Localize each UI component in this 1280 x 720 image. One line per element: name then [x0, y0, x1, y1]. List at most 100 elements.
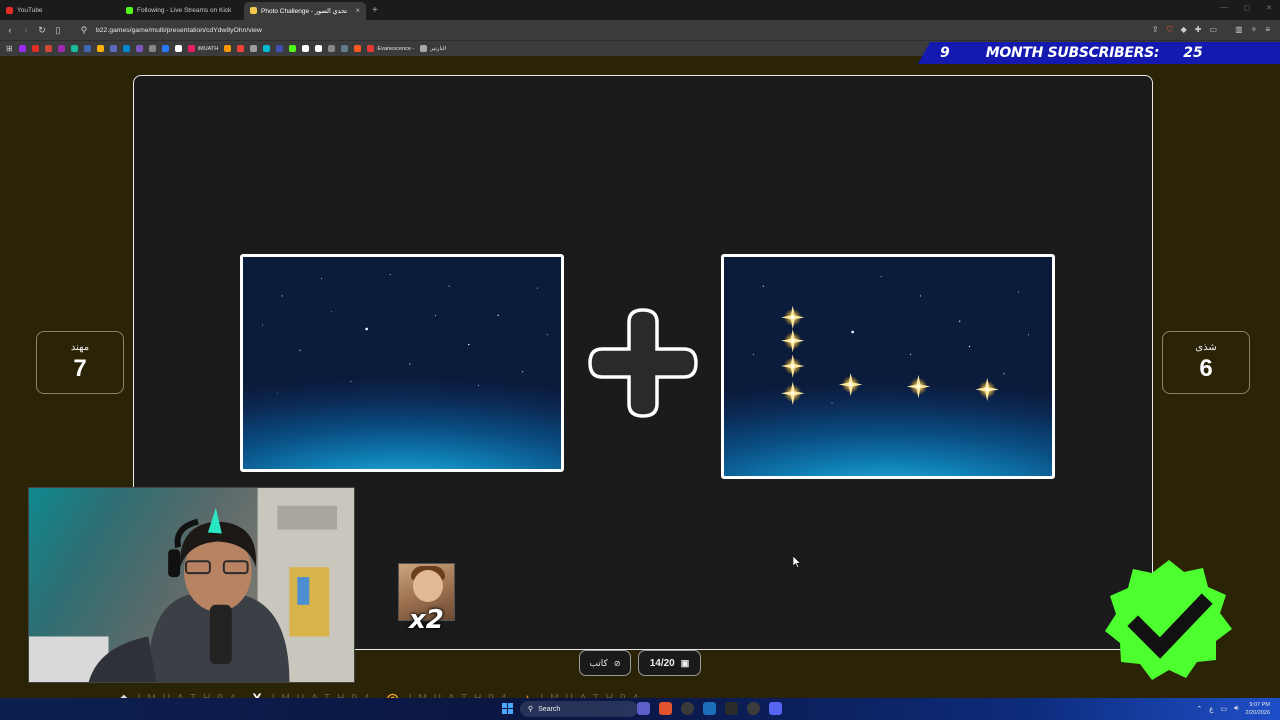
bookmark-item[interactable]	[341, 45, 349, 52]
bookmark-item[interactable]	[174, 45, 182, 52]
volume-icon[interactable]: 🔊︎	[1234, 705, 1238, 713]
close-window-icon[interactable]: ✕	[1266, 4, 1272, 12]
clue-image-left	[240, 254, 564, 472]
share-icon[interactable]: ⇪	[1152, 25, 1159, 35]
leo-icon[interactable]: ✧	[1251, 25, 1258, 35]
bookmark-item[interactable]	[161, 45, 169, 52]
clue-image-right	[721, 254, 1055, 479]
bookmark-favicon-icon	[187, 45, 195, 52]
bookmark-item[interactable]	[328, 45, 336, 52]
discord-icon[interactable]	[769, 702, 782, 715]
bookmark-favicon-icon	[161, 45, 169, 52]
bookmark-favicon-icon	[315, 45, 323, 52]
plus-icon	[588, 308, 698, 418]
tab-photo-challenge[interactable]: Photo Challenge - تحدي الصور ×	[244, 1, 366, 20]
bookmark-item[interactable]	[18, 45, 26, 52]
bookmark-favicon-icon	[354, 45, 362, 52]
bookmark-item[interactable]	[354, 45, 362, 52]
bookmark-item[interactable]	[289, 45, 297, 52]
language-icon[interactable]: ع	[1209, 705, 1213, 713]
tab-title: Following - Live Streams on Kick	[137, 7, 232, 14]
close-icon[interactable]: ×	[355, 6, 360, 15]
bookmark-label: البارتير	[430, 45, 447, 52]
kick-icon	[126, 7, 133, 14]
subscriber-banner: 9 MONTH SUBSCRIBERS: 25	[918, 42, 1280, 64]
address-bar: ‹ › ↻ ▯ ⚲ b22.games/game/multi/presentat…	[0, 20, 1280, 40]
webcam-feed	[28, 487, 355, 683]
bookmark-item[interactable]	[109, 45, 117, 52]
rewards-icon[interactable]: ◆	[1181, 25, 1187, 35]
windows-start-icon[interactable]	[502, 703, 513, 714]
bookmark-item[interactable]	[237, 45, 245, 52]
author-button[interactable]: كاتب ⊘	[579, 650, 631, 676]
search-placeholder: Search	[538, 705, 561, 713]
tab-title: Photo Challenge - تحدي الصور	[261, 7, 348, 15]
bookmark-item[interactable]	[148, 45, 156, 52]
new-tab-button[interactable]: +	[372, 5, 378, 16]
wallet-icon[interactable]: ▭	[1210, 25, 1218, 35]
minimize-icon[interactable]: —	[1221, 4, 1228, 12]
brave-icon[interactable]	[659, 702, 672, 715]
chevron-up-icon[interactable]: ⌃	[1196, 705, 1202, 713]
extensions-icon[interactable]: ✚	[1195, 25, 1202, 35]
bookmark-item[interactable]	[31, 45, 39, 52]
bookmark-favicon-icon	[289, 45, 297, 52]
bookmark-item[interactable]	[96, 45, 104, 52]
network-icon[interactable]: ▭	[1220, 705, 1227, 713]
steam-icon[interactable]	[703, 702, 716, 715]
toolbar-actions: ⇪ ⛉ ◆ ✚ ▭ ▥ ✧ ≡	[1152, 25, 1270, 35]
forward-icon[interactable]: ›	[22, 25, 30, 35]
bookmark-item[interactable]	[44, 45, 52, 52]
bookmark-item[interactable]	[135, 45, 143, 52]
bookmark-item[interactable]	[122, 45, 130, 52]
url-field[interactable]: b22.games/game/multi/presentation/cdYdw8…	[96, 27, 262, 34]
bookmark-item[interactable]: iMUATH	[187, 45, 218, 52]
sidebar-icon[interactable]: ▥	[1235, 25, 1243, 35]
bookmark-item[interactable]	[83, 45, 91, 52]
bookmark-favicon-icon	[341, 45, 349, 52]
bookmark-item[interactable]: البارتير	[420, 45, 446, 52]
bookmark-item[interactable]: Evanescence -	[367, 45, 414, 52]
search-icon: ⚲	[528, 706, 534, 713]
bookmark-favicon-icon	[224, 45, 232, 52]
mouse-cursor-icon	[793, 556, 801, 568]
windows-taskbar: ⚲ Search ⌃ ع ▭ 🔊︎ 9:07 PM 2/20/2026	[0, 698, 1280, 720]
chat-app-icon[interactable]	[637, 702, 650, 715]
player-score-card-right: شذى 6	[1162, 331, 1250, 394]
clock-time: 9:07 PM	[1249, 702, 1270, 708]
back-icon[interactable]: ‹	[6, 25, 14, 35]
terminal-icon[interactable]	[725, 702, 738, 715]
taskbar-search[interactable]: ⚲ Search	[520, 701, 638, 717]
bookmark-favicon-icon	[148, 45, 156, 52]
progress-count: 14/20	[649, 657, 675, 669]
bookmark-favicon-icon	[263, 45, 271, 52]
player-name: شذى	[1195, 342, 1217, 353]
apps-grid-icon[interactable]: ⊞	[6, 44, 13, 53]
site-info-icon[interactable]: ⚲	[80, 25, 88, 36]
bookmark-item[interactable]	[224, 45, 232, 52]
bookmark-favicon-icon	[135, 45, 143, 52]
xbox-icon[interactable]	[681, 702, 694, 715]
bookmark-item[interactable]	[276, 45, 284, 52]
system-tray: ⌃ ع ▭ 🔊︎ 9:07 PM 2/20/2026	[1196, 701, 1270, 717]
taskbar-apps	[637, 702, 782, 715]
bookmark-item[interactable]	[302, 45, 310, 52]
bookmark-item[interactable]	[250, 45, 258, 52]
bookmark-item[interactable]	[70, 45, 78, 52]
clock[interactable]: 9:07 PM 2/20/2026	[1246, 701, 1270, 717]
menu-icon[interactable]: ≡	[1265, 25, 1270, 35]
bookmark-item[interactable]	[263, 45, 271, 52]
tab-kick[interactable]: Following - Live Streams on Kick	[120, 2, 244, 20]
bookmark-icon[interactable]: ▯	[54, 25, 62, 36]
tab-youtube[interactable]: YouTube	[0, 2, 120, 20]
player-score: 6	[1199, 355, 1213, 382]
bookmark-favicon-icon	[328, 45, 336, 52]
bookmark-favicon-icon	[18, 45, 26, 52]
brave-shield-icon[interactable]: ⛉	[1167, 25, 1173, 35]
bookmark-item[interactable]	[57, 45, 65, 52]
maximize-icon[interactable]: ▢	[1244, 4, 1251, 12]
reload-icon[interactable]: ↻	[38, 25, 46, 36]
obs-icon[interactable]	[747, 702, 760, 715]
bookmark-item[interactable]	[315, 45, 323, 52]
bookmark-favicon-icon	[57, 45, 65, 52]
